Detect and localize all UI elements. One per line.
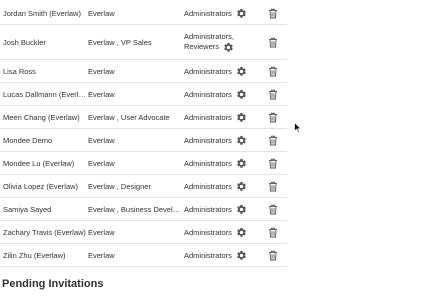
member-name: Lucas Dallmann (Everla...: [3, 89, 86, 99]
gear-icon[interactable]: [236, 112, 247, 123]
member-org: Everlaw , Designer: [88, 181, 151, 191]
member-org: Everlaw , VP Sales: [88, 37, 152, 47]
member-roles: Administrators: [184, 112, 259, 123]
member-name: Mondee Lu (Everlaw): [3, 158, 75, 168]
role-list: Administrators, Reviewers: [184, 32, 234, 53]
gear-icon[interactable]: [236, 250, 247, 261]
trash-icon[interactable]: [268, 66, 278, 77]
pending-invitations-heading: Pending Invitations: [2, 278, 104, 290]
table-row: Mondee Lu (Everlaw) Everlaw Administrato…: [0, 152, 287, 175]
member-roles: Administrators: [184, 158, 259, 169]
members-table: Jordan Smith (Everlaw) Everlaw Administr…: [0, 0, 287, 267]
member-org: Everlaw , User Advocate: [88, 112, 170, 122]
member-roles: Administrators: [184, 135, 259, 146]
role-label: Administrators: [184, 8, 232, 18]
member-roles: Administrators: [184, 204, 259, 215]
member-roles: Administrators, Reviewers: [184, 32, 259, 53]
role-label: Administrators: [184, 227, 232, 237]
table-row: Olivia Lopez (Everlaw) Everlaw , Designe…: [0, 175, 287, 198]
role-label: Administrators: [184, 250, 232, 260]
delete-cell: [259, 135, 287, 146]
table-row: Samiya Sayed Everlaw , Business Develop.…: [0, 198, 287, 221]
role-label: Administrators: [184, 204, 232, 214]
role-label: Administrators: [184, 181, 232, 191]
gear-icon[interactable]: [236, 204, 247, 215]
trash-icon[interactable]: [268, 158, 278, 169]
trash-icon[interactable]: [268, 112, 278, 123]
role-label: Administrators,: [184, 31, 235, 41]
delete-cell: [259, 8, 287, 19]
member-org: Everlaw: [88, 8, 115, 18]
trash-icon[interactable]: [268, 37, 278, 48]
member-org: Everlaw: [88, 250, 115, 260]
table-row: Lucas Dallmann (Everla... Everlaw Admini…: [0, 83, 287, 106]
member-name: Samiya Sayed: [3, 204, 52, 214]
delete-cell: [259, 112, 287, 123]
delete-cell: [259, 37, 287, 48]
delete-cell: [259, 89, 287, 100]
trash-icon[interactable]: [268, 227, 278, 238]
member-org: Everlaw: [88, 135, 115, 145]
member-roles: Administrators: [184, 250, 259, 261]
member-name: Zilin Zhu (Everlaw): [3, 250, 66, 260]
table-row: Lisa Ross Everlaw Administrators: [0, 60, 287, 83]
gear-icon[interactable]: [236, 135, 247, 146]
table-row: Jordan Smith (Everlaw) Everlaw Administr…: [0, 2, 287, 25]
delete-cell: [259, 204, 287, 215]
member-org: Everlaw: [88, 227, 115, 237]
member-roles: Administrators: [184, 89, 259, 100]
member-org: Everlaw , Business Develop...: [88, 204, 184, 214]
member-name: Mondee Demo: [3, 135, 53, 145]
role-line: Reviewers: [184, 42, 234, 53]
delete-cell: [259, 158, 287, 169]
delete-cell: [259, 66, 287, 77]
member-org: Everlaw: [88, 158, 115, 168]
role-label: Reviewers: [184, 42, 220, 51]
member-name: Zachary Travis (Everlaw): [3, 227, 86, 237]
gear-icon[interactable]: [223, 42, 234, 53]
member-roles: Administrators: [184, 8, 259, 19]
role-label: Administrators: [184, 112, 232, 122]
member-name: Meeri Chang (Everlaw): [3, 112, 80, 122]
member-org: Everlaw: [88, 89, 115, 99]
trash-icon[interactable]: [268, 8, 278, 19]
table-row: Zilin Zhu (Everlaw) Everlaw Administrato…: [0, 244, 287, 267]
role-label: Administrators: [184, 89, 232, 99]
member-org: Everlaw: [88, 66, 115, 76]
delete-cell: [259, 181, 287, 192]
trash-icon[interactable]: [268, 250, 278, 261]
table-row: Josh Buckler Everlaw , VP Sales Administ…: [0, 25, 287, 60]
gear-icon[interactable]: [236, 158, 247, 169]
member-name: Olivia Lopez (Everlaw): [3, 181, 79, 191]
trash-icon[interactable]: [268, 89, 278, 100]
gear-icon[interactable]: [236, 66, 247, 77]
table-row: Meeri Chang (Everlaw) Everlaw , User Adv…: [0, 106, 287, 129]
gear-icon[interactable]: [236, 8, 247, 19]
member-name: Josh Buckler: [3, 37, 46, 47]
gear-icon[interactable]: [236, 227, 247, 238]
member-roles: Administrators: [184, 181, 259, 192]
role-label: Administrators: [184, 66, 232, 76]
table-row: Zachary Travis (Everlaw) Everlaw Adminis…: [0, 221, 287, 244]
member-roles: Administrators: [184, 227, 259, 238]
member-name: Lisa Ross: [3, 66, 36, 76]
table-row: Mondee Demo Everlaw Administrators: [0, 129, 287, 152]
gear-icon[interactable]: [236, 181, 247, 192]
delete-cell: [259, 227, 287, 238]
role-label: Administrators: [184, 158, 232, 168]
gear-icon[interactable]: [236, 89, 247, 100]
trash-icon[interactable]: [268, 181, 278, 192]
mouse-cursor-icon: [294, 122, 302, 133]
delete-cell: [259, 250, 287, 261]
member-roles: Administrators: [184, 66, 259, 77]
trash-icon[interactable]: [268, 135, 278, 146]
role-label: Administrators: [184, 135, 232, 145]
member-name: Jordan Smith (Everlaw): [3, 8, 81, 18]
trash-icon[interactable]: [268, 204, 278, 215]
